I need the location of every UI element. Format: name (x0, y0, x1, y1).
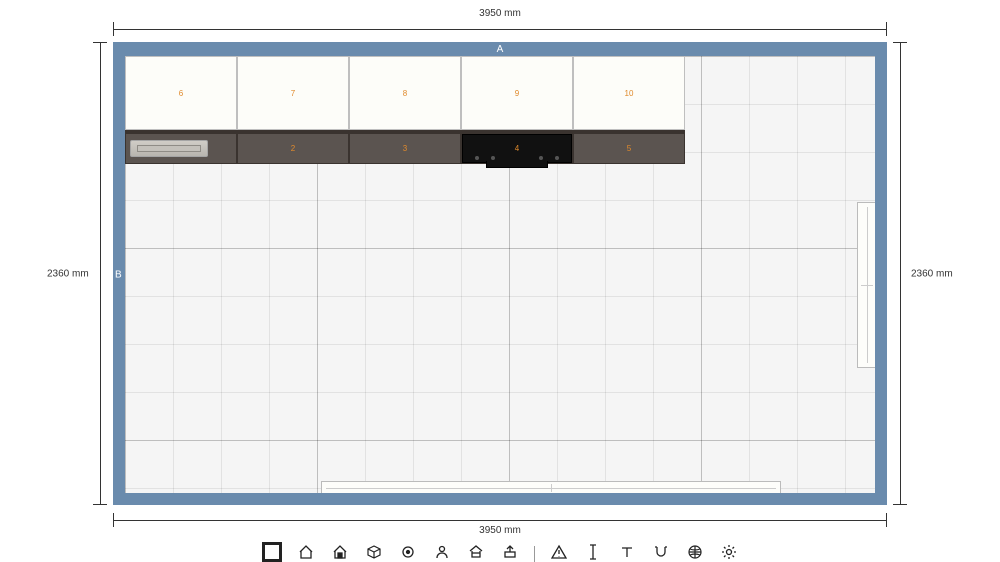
wall-opening-right[interactable] (857, 202, 875, 368)
ruler-vertical-icon[interactable] (583, 542, 603, 562)
text-tool-icon[interactable] (617, 542, 637, 562)
dimension-bottom-label: 3950 mm (477, 525, 523, 536)
wall-cabinet-10[interactable]: 10 (573, 56, 685, 130)
home-filled-icon[interactable] (330, 542, 350, 562)
wall-cabinet-7[interactable]: 7 (237, 56, 349, 130)
view-icon[interactable] (398, 542, 418, 562)
wall-cabinet-6[interactable]: 6 (125, 56, 237, 130)
base-cabinet-4[interactable]: 4 (461, 130, 573, 164)
toolbar (0, 538, 1000, 562)
base-cabinet-row: 1 2 3 4 5 (125, 130, 685, 164)
base-cabinet-3[interactable]: 3 (349, 130, 461, 164)
plan-layers-icon[interactable] (262, 542, 282, 562)
warning-icon[interactable] (549, 542, 569, 562)
base-cabinet-1[interactable]: 1 (125, 130, 237, 164)
settings-icon[interactable] (719, 542, 739, 562)
sink[interactable] (130, 140, 208, 157)
canvas-stage[interactable]: 3950 mm 3950 mm 2360 mm 2360 mm A B 6 7 … (0, 0, 1000, 562)
wall-cabinet-row: 6 7 8 9 10 (125, 56, 685, 130)
room-floor[interactable]: 6 7 8 9 10 1 2 3 4 5 (125, 56, 875, 493)
home-outline-icon[interactable] (296, 542, 316, 562)
dimension-left: 2360 mm (93, 42, 107, 505)
dimension-bottom: 3950 mm (113, 513, 887, 527)
dimension-top-label: 3950 mm (477, 8, 523, 19)
grid-icon[interactable] (685, 542, 705, 562)
wall-cabinet-9[interactable]: 9 (461, 56, 573, 130)
wall-opening-bottom[interactable] (321, 481, 781, 493)
dimension-left-label: 2360 mm (47, 268, 89, 279)
wall-cabinet-8[interactable]: 8 (349, 56, 461, 130)
dimension-top: 3950 mm (113, 22, 887, 36)
toolbar-separator (534, 546, 535, 562)
placement-icon[interactable] (500, 542, 520, 562)
ceiling-icon[interactable] (466, 542, 486, 562)
base-cabinet-2[interactable]: 2 (237, 130, 349, 164)
base-cabinet-5[interactable]: 5 (573, 130, 685, 164)
wall-label-left: B (115, 269, 122, 280)
room-3d-icon[interactable] (364, 542, 384, 562)
hob-handle (486, 161, 548, 168)
person-icon[interactable] (432, 542, 452, 562)
dimension-right: 2360 mm (893, 42, 907, 505)
wall-label-top: A (497, 44, 504, 55)
dimension-right-label: 2360 mm (911, 268, 953, 279)
snap-icon[interactable] (651, 542, 671, 562)
